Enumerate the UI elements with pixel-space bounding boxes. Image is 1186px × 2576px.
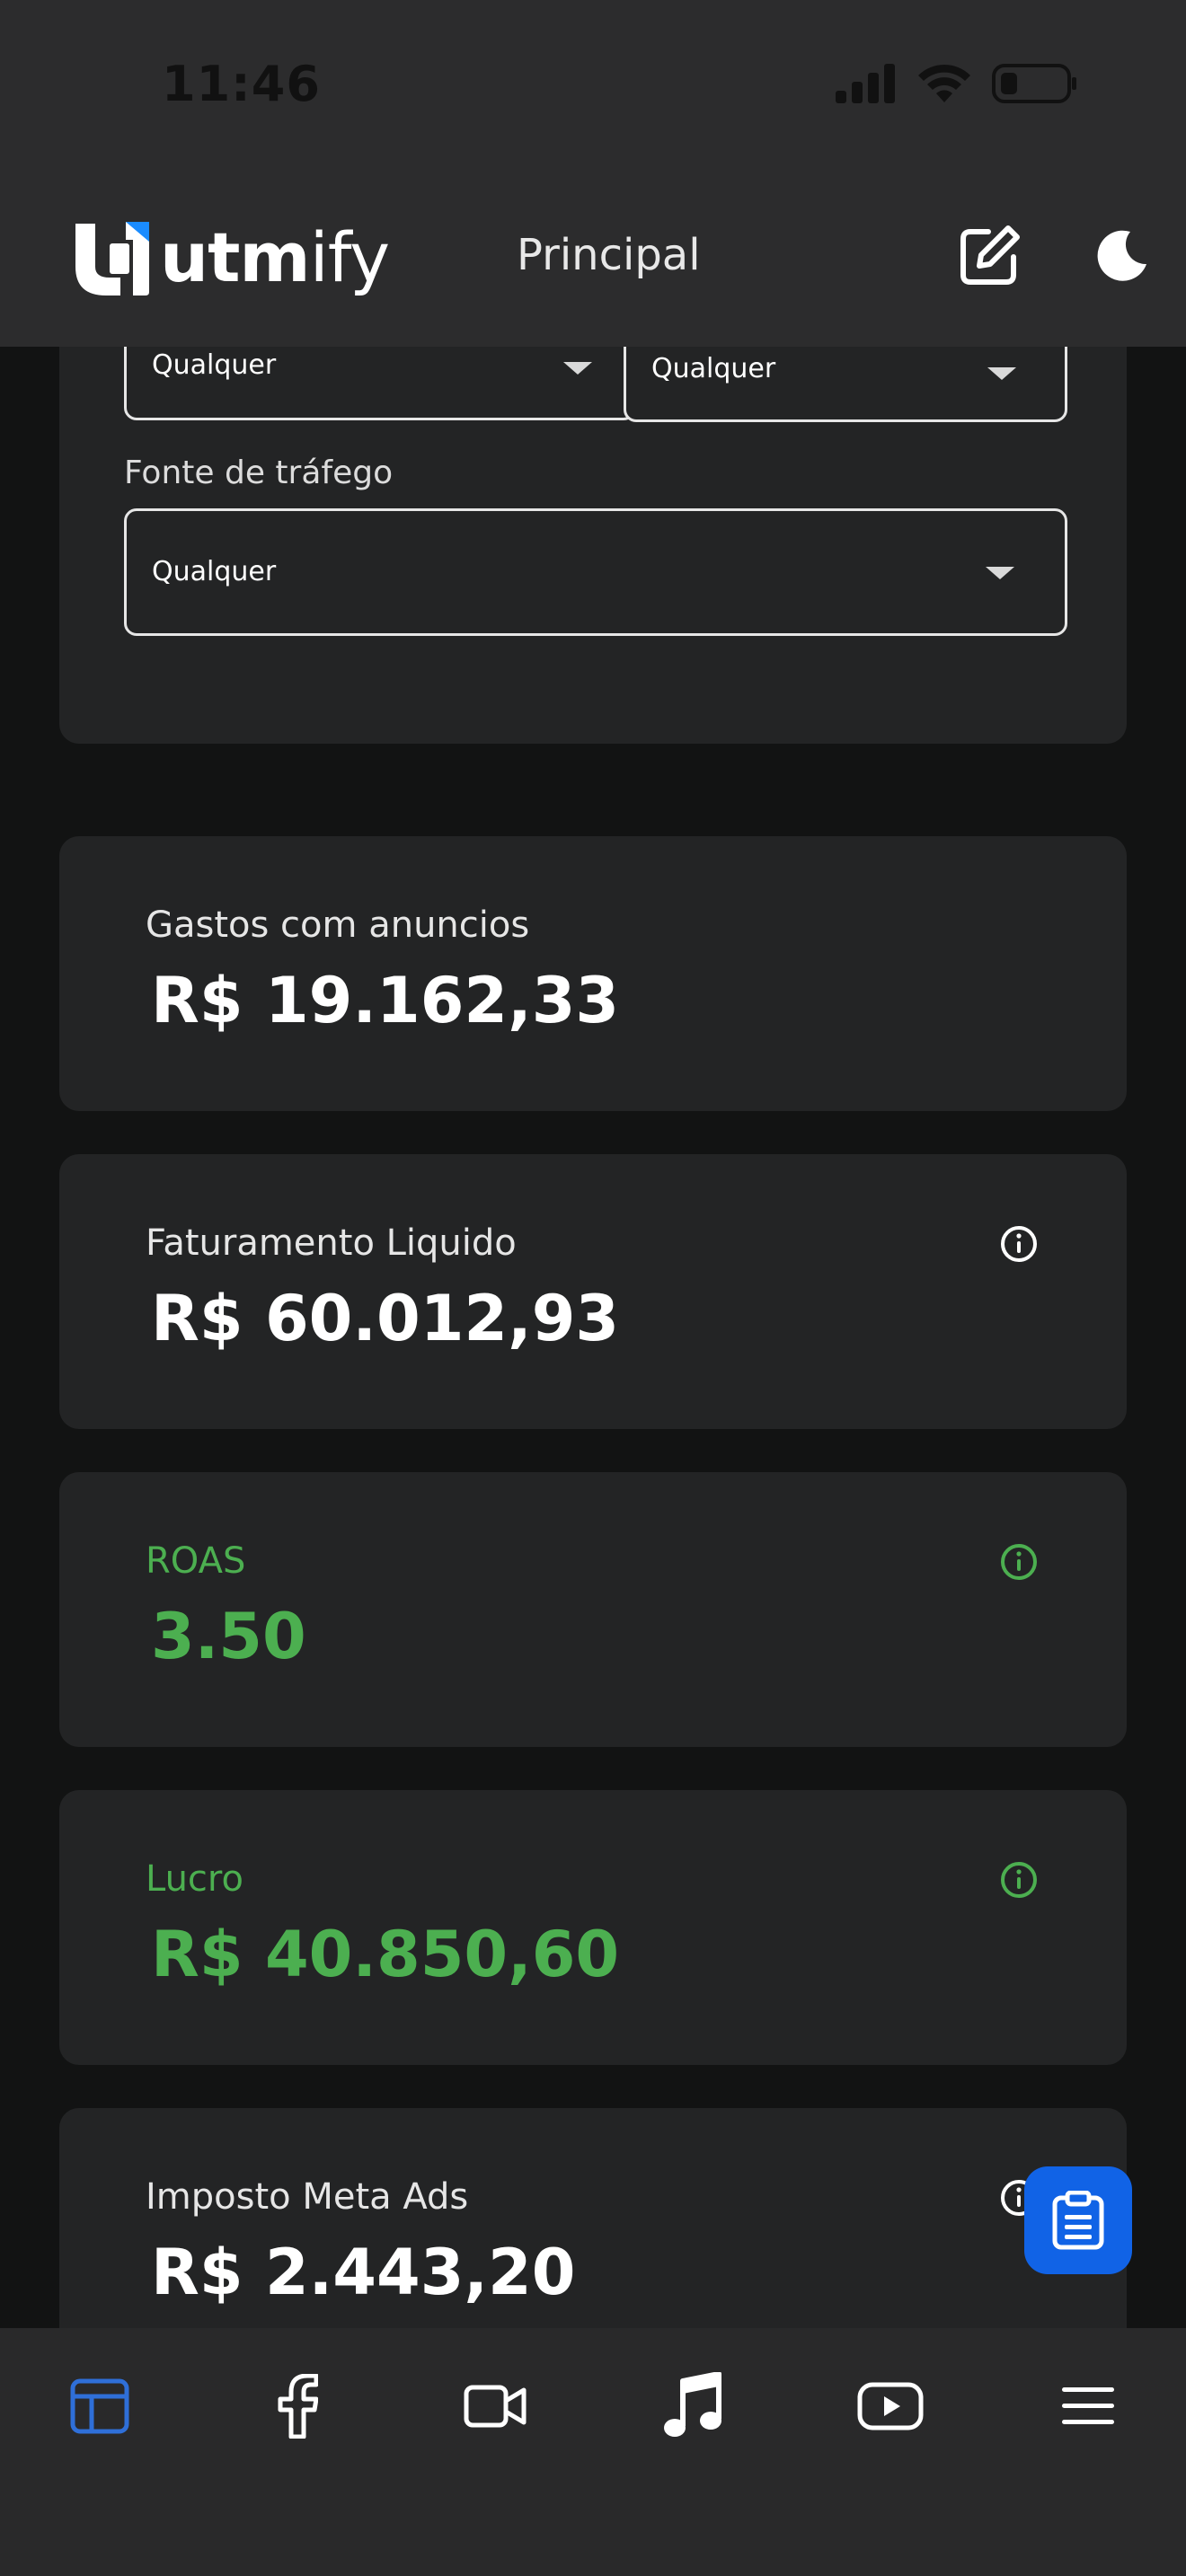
clipboard-icon bbox=[1052, 2191, 1104, 2250]
metric-label: Imposto Meta Ads bbox=[146, 2176, 469, 2218]
metric-value: R$ 60.012,93 bbox=[151, 1282, 620, 1355]
traffic-source-select[interactable]: Qualquer bbox=[124, 508, 1067, 636]
nav-item-menu[interactable] bbox=[1048, 2366, 1128, 2447]
metric-label: Faturamento Liquido bbox=[146, 1222, 517, 1264]
metric-value: R$ 2.443,20 bbox=[151, 2236, 576, 2309]
metric-card-net-revenue: Faturamento Liquido R$ 60.012,93 bbox=[59, 1154, 1127, 1429]
report-fab-button[interactable] bbox=[1024, 2166, 1132, 2274]
music-note-icon bbox=[664, 2372, 721, 2437]
metric-value: R$ 19.162,33 bbox=[151, 964, 620, 1037]
dashboard-content[interactable]: Qualquer Qualquer Fonte de tráfego Qualq… bbox=[0, 347, 1186, 2328]
utmify-logo-icon bbox=[75, 221, 149, 296]
edit-button[interactable] bbox=[958, 223, 1022, 287]
traffic-source-label: Fonte de tráfego bbox=[124, 454, 394, 491]
nav-item-dashboard[interactable] bbox=[59, 2366, 140, 2447]
nav-item-facebook[interactable] bbox=[257, 2366, 338, 2447]
metric-value: R$ 40.850,60 bbox=[151, 1918, 620, 1991]
traffic-source-value: Qualquer bbox=[152, 556, 277, 587]
utmify-logo[interactable]: utmify bbox=[74, 217, 390, 297]
dashboard-icon bbox=[70, 2378, 129, 2434]
logo-text: utmify bbox=[160, 217, 390, 297]
moon-icon bbox=[1097, 230, 1146, 281]
theme-toggle-button[interactable] bbox=[1094, 228, 1150, 284]
nav-item-videos[interactable] bbox=[455, 2366, 535, 2447]
chevron-down-icon bbox=[563, 362, 592, 375]
chevron-down-icon bbox=[987, 367, 1016, 380]
cellular-signal-icon bbox=[836, 64, 895, 103]
status-bar: 11:46 bbox=[0, 0, 1186, 180]
status-icons bbox=[836, 63, 1078, 104]
wifi-icon bbox=[918, 64, 970, 102]
metric-label: Lucro bbox=[146, 1858, 243, 1900]
filter-select-right-value: Qualquer bbox=[651, 353, 776, 384]
info-icon[interactable] bbox=[999, 1542, 1039, 1582]
status-time: 11:46 bbox=[162, 56, 321, 112]
filter-select-right[interactable]: Qualquer bbox=[624, 347, 1067, 422]
filter-select-left-value: Qualquer bbox=[152, 349, 277, 381]
chevron-down-icon bbox=[986, 567, 1014, 579]
facebook-icon bbox=[278, 2374, 318, 2439]
youtube-icon bbox=[857, 2382, 924, 2430]
metric-label: Gastos com anuncios bbox=[146, 904, 530, 946]
metric-value: 3.50 bbox=[151, 1600, 306, 1673]
info-icon[interactable] bbox=[999, 1224, 1039, 1264]
filter-select-left[interactable]: Qualquer bbox=[124, 347, 636, 420]
metric-card-roas: ROAS 3.50 bbox=[59, 1472, 1127, 1747]
metric-card-meta-ads-tax: Imposto Meta Ads R$ 2.443,20 bbox=[59, 2108, 1127, 2328]
nav-item-youtube[interactable] bbox=[850, 2366, 931, 2447]
page-title: Principal bbox=[517, 230, 701, 280]
battery-icon bbox=[992, 64, 1076, 103]
app-header: utmify Principal bbox=[0, 180, 1186, 347]
filters-card: Qualquer Qualquer Fonte de tráfego Qualq… bbox=[59, 347, 1127, 744]
bottom-navigation bbox=[0, 2328, 1186, 2576]
edit-icon bbox=[960, 225, 1020, 285]
metric-card-ad-spend: Gastos com anuncios R$ 19.162,33 bbox=[59, 836, 1127, 1111]
menu-icon bbox=[1062, 2387, 1114, 2424]
nav-item-music[interactable] bbox=[652, 2366, 733, 2447]
info-icon[interactable] bbox=[999, 1860, 1039, 1900]
metric-card-profit: Lucro R$ 40.850,60 bbox=[59, 1790, 1127, 2065]
metric-label: ROAS bbox=[146, 1540, 246, 1582]
video-camera-icon bbox=[464, 2385, 527, 2428]
